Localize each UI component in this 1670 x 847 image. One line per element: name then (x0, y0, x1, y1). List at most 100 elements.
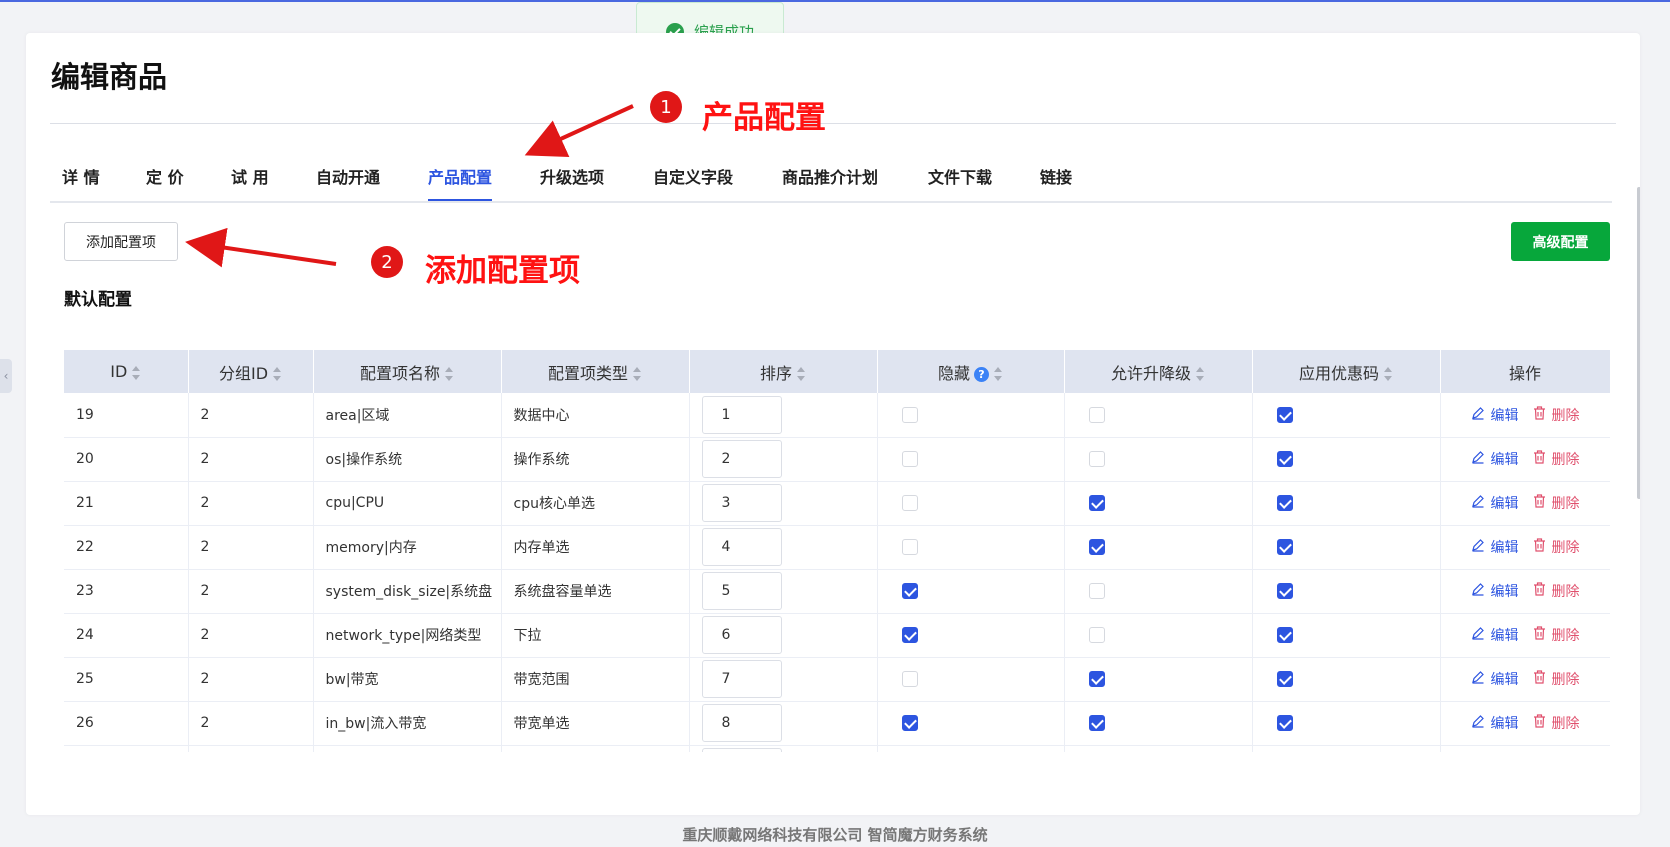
sort-icon[interactable] (633, 367, 642, 381)
edit-button[interactable]: 编辑 (1471, 669, 1519, 689)
order-input[interactable] (701, 440, 782, 478)
sort-icon[interactable] (273, 367, 282, 381)
cell-id: 25 (64, 657, 189, 702)
tab-details[interactable]: 详 情 (62, 164, 100, 188)
coupon-checkbox[interactable] (1276, 583, 1293, 599)
cell-id: 24 (64, 613, 189, 658)
sort-icon[interactable] (1196, 367, 1205, 381)
delete-button[interactable]: 删除 (1533, 625, 1580, 645)
edit-icon (1471, 626, 1485, 644)
order-input[interactable] (701, 528, 782, 566)
hidden-checkbox[interactable] (901, 451, 918, 467)
edit-button[interactable]: 编辑 (1471, 625, 1519, 645)
col-hidden-label: 隐藏 (937, 363, 970, 383)
cell-coupon (1252, 569, 1441, 614)
vertical-scrollbar[interactable] (1637, 187, 1640, 499)
hidden-checkbox[interactable] (901, 539, 918, 555)
sidebar-collapse-handle[interactable]: ‹ (0, 359, 12, 393)
col-upgrade[interactable]: 允许升降级 (1064, 350, 1253, 393)
col-hidden[interactable]: 隐藏? (877, 350, 1065, 393)
cell-group-id: 2 (188, 657, 314, 702)
cell-type: 数据中心 (501, 393, 690, 438)
upgrade-checkbox[interactable] (1088, 451, 1105, 467)
sort-icon[interactable] (797, 367, 806, 381)
tab-upgrade-options[interactable]: 升级选项 (540, 164, 604, 188)
upgrade-checkbox[interactable] (1088, 539, 1105, 555)
coupon-checkbox[interactable] (1276, 539, 1293, 555)
coupon-checkbox[interactable] (1276, 671, 1293, 687)
coupon-checkbox[interactable] (1276, 627, 1293, 643)
col-group-id[interactable]: 分组ID (188, 350, 314, 393)
delete-button[interactable]: 删除 (1533, 537, 1580, 557)
cell-upgrade (1064, 481, 1253, 526)
coupon-checkbox[interactable] (1276, 495, 1293, 511)
upgrade-checkbox[interactable] (1088, 715, 1105, 731)
edit-button[interactable]: 编辑 (1471, 405, 1519, 425)
order-input[interactable] (701, 704, 782, 742)
tab-auto-provision[interactable]: 自动开通 (316, 164, 380, 188)
cell-name: bw|带宽 (313, 657, 502, 702)
hidden-checkbox[interactable] (901, 671, 918, 687)
tab-links[interactable]: 链接 (1040, 164, 1072, 188)
order-input[interactable] (701, 395, 782, 434)
delete-button[interactable]: 删除 (1533, 493, 1580, 513)
edit-button[interactable]: 编辑 (1471, 581, 1519, 601)
tab-product-config[interactable]: 产品配置 (428, 164, 493, 201)
delete-button[interactable]: 删除 (1533, 581, 1580, 601)
hidden-checkbox[interactable] (901, 406, 918, 423)
upgrade-checkbox[interactable] (1088, 583, 1105, 599)
add-config-item-button[interactable]: 添加配置项 (64, 222, 178, 261)
order-input[interactable] (701, 748, 782, 752)
cell-hidden (877, 481, 1065, 526)
advanced-config-button[interactable]: 高级配置 (1511, 222, 1610, 261)
order-input[interactable] (701, 572, 782, 610)
delete-button[interactable]: 删除 (1533, 669, 1580, 689)
tab-file-downloads[interactable]: 文件下载 (928, 164, 992, 188)
upgrade-checkbox[interactable] (1088, 671, 1105, 687)
order-input[interactable] (701, 484, 782, 522)
hidden-checkbox[interactable] (901, 715, 918, 731)
edit-button[interactable]: 编辑 (1471, 449, 1519, 469)
edit-label: 编辑 (1490, 672, 1519, 688)
hidden-checkbox[interactable] (901, 583, 918, 599)
order-input[interactable] (701, 660, 782, 698)
coupon-checkbox[interactable] (1276, 406, 1293, 423)
order-input[interactable] (701, 616, 782, 654)
tab-custom-fields[interactable]: 自定义字段 (653, 164, 733, 188)
cell-name: network_type|网络类型 (313, 613, 502, 658)
edit-button[interactable]: 编辑 (1471, 537, 1519, 557)
col-id[interactable]: ID (64, 350, 189, 393)
sort-icon[interactable] (132, 365, 141, 380)
sort-icon[interactable] (445, 367, 454, 381)
cell-group-id: 2 (188, 701, 314, 746)
delete-button[interactable]: 删除 (1533, 713, 1580, 733)
tab-pricing[interactable]: 定 价 (146, 164, 184, 188)
cell-group-id: 2 (188, 569, 314, 614)
cell-type: 带宽范围 (501, 657, 690, 702)
upgrade-checkbox[interactable] (1088, 495, 1105, 511)
col-order[interactable]: 排序 (689, 350, 878, 393)
delete-button[interactable]: 删除 (1533, 449, 1580, 469)
edit-icon (1471, 538, 1485, 556)
help-icon[interactable]: ? (974, 366, 989, 382)
upgrade-checkbox[interactable] (1088, 406, 1105, 423)
col-name[interactable]: 配置项名称 (313, 350, 502, 393)
table-row: 202os|操作系统操作系统 编辑 删除 (64, 437, 1610, 482)
upgrade-checkbox[interactable] (1088, 627, 1105, 643)
trash-icon (1533, 494, 1546, 512)
edit-button[interactable]: 编辑 (1471, 713, 1519, 733)
coupon-checkbox[interactable] (1276, 451, 1293, 467)
table-row: 212cpu|CPUcpu核心单选 编辑 删除 (64, 481, 1610, 526)
tab-bar: 详 情 定 价 试 用 自动开通 产品配置 升级选项 自定义字段 商品推介计划 … (50, 148, 1612, 203)
delete-button[interactable]: 删除 (1533, 405, 1580, 425)
col-coupon[interactable]: 应用优惠码 (1252, 350, 1441, 393)
hidden-checkbox[interactable] (901, 627, 918, 643)
coupon-checkbox[interactable] (1276, 715, 1293, 731)
sort-icon[interactable] (1384, 367, 1393, 381)
sort-icon[interactable] (994, 367, 1003, 381)
edit-button[interactable]: 编辑 (1471, 493, 1519, 513)
tab-trial[interactable]: 试 用 (231, 164, 269, 188)
tab-affiliate-plan[interactable]: 商品推介计划 (782, 164, 878, 188)
col-type[interactable]: 配置项类型 (501, 350, 690, 393)
hidden-checkbox[interactable] (901, 495, 918, 511)
